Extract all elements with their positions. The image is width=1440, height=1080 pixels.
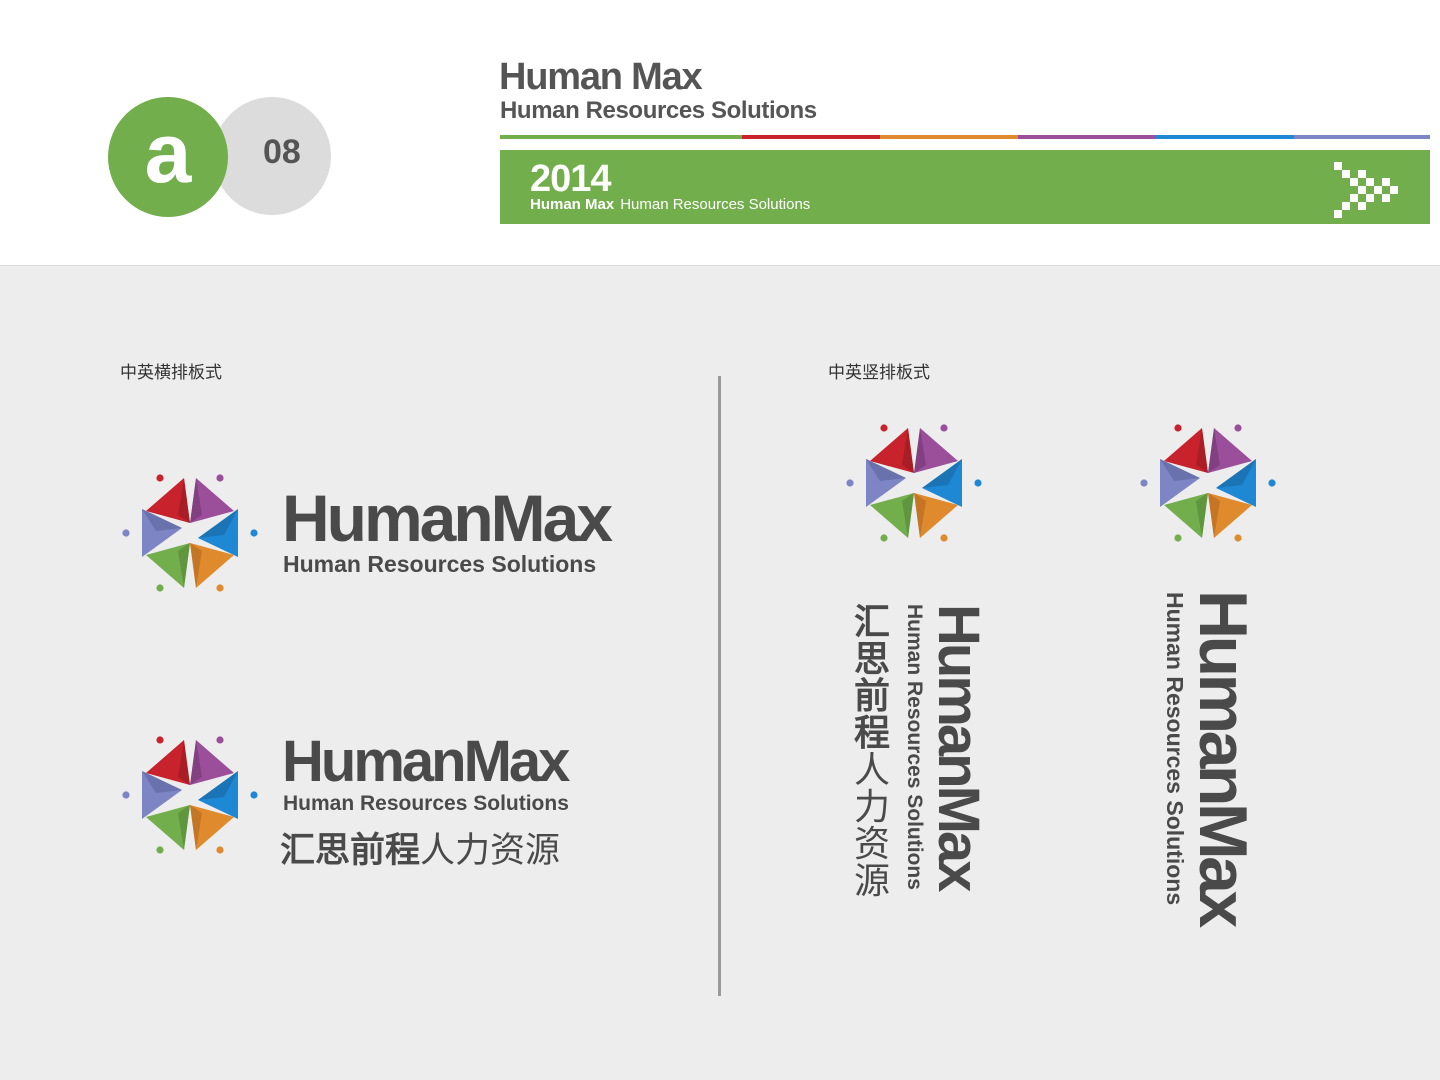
- color-stripe: [742, 135, 880, 139]
- color-stripe: [1018, 135, 1156, 139]
- chinese-name: 汇思前程人力资源: [280, 822, 560, 873]
- vertical-tagline: Human Resources Solutions: [1162, 592, 1188, 906]
- star-logo-icon: [122, 736, 258, 854]
- star-logo-icon: [122, 474, 258, 592]
- vertical-tagline: Human Resources Solutions: [903, 604, 926, 890]
- wordmark-tagline: Human Resources Solutions: [283, 792, 569, 815]
- section-letter: a: [144, 106, 192, 200]
- wordmark: HumanMax: [282, 729, 570, 794]
- page-number-badge: 08: [213, 97, 331, 215]
- banner-brand: Human Max: [530, 196, 615, 213]
- star-logo-icon: [1140, 424, 1276, 542]
- divider: [718, 376, 721, 996]
- brand-subtitle: Human Resources Solutions: [500, 97, 817, 124]
- chinese-name-light-vertical: 人力资源: [853, 749, 890, 901]
- horizontal-layout-label: 中英横排板式: [120, 363, 222, 382]
- header: a 08 Human Max Human Resources Solutions…: [0, 0, 1440, 266]
- banner-tagline: Human Resources Solutions: [620, 196, 811, 213]
- chinese-name-light: 人力资源: [420, 831, 561, 870]
- page-number: 08: [263, 133, 301, 171]
- vertical-layout-label: 中英竖排板式: [828, 363, 930, 382]
- color-stripe: [1156, 135, 1294, 139]
- vertical-wordmark: HumanMax: [1185, 590, 1261, 925]
- chinese-name-bold: 汇思前程: [280, 831, 421, 870]
- banner-year: 2014: [530, 158, 612, 200]
- vertical-wordmark: HumanMax: [926, 604, 991, 890]
- brand-title: Human Max: [499, 56, 703, 98]
- section-badge: a: [108, 97, 228, 217]
- color-stripe: [1294, 135, 1430, 139]
- color-stripe: [880, 135, 1018, 139]
- color-stripe: [500, 135, 742, 139]
- wordmark: HumanMax: [282, 481, 613, 555]
- pixel-arrows-icon: [1334, 162, 1398, 218]
- banner: 2014 Human Max Human Resources Solutions: [500, 150, 1430, 224]
- banner-text: Human Max Human Resources Solutions: [530, 196, 810, 213]
- chinese-name-bold-vertical: 汇思前程: [853, 601, 890, 753]
- star-logo-icon: [846, 424, 982, 542]
- wordmark-tagline: Human Resources Solutions: [283, 551, 597, 577]
